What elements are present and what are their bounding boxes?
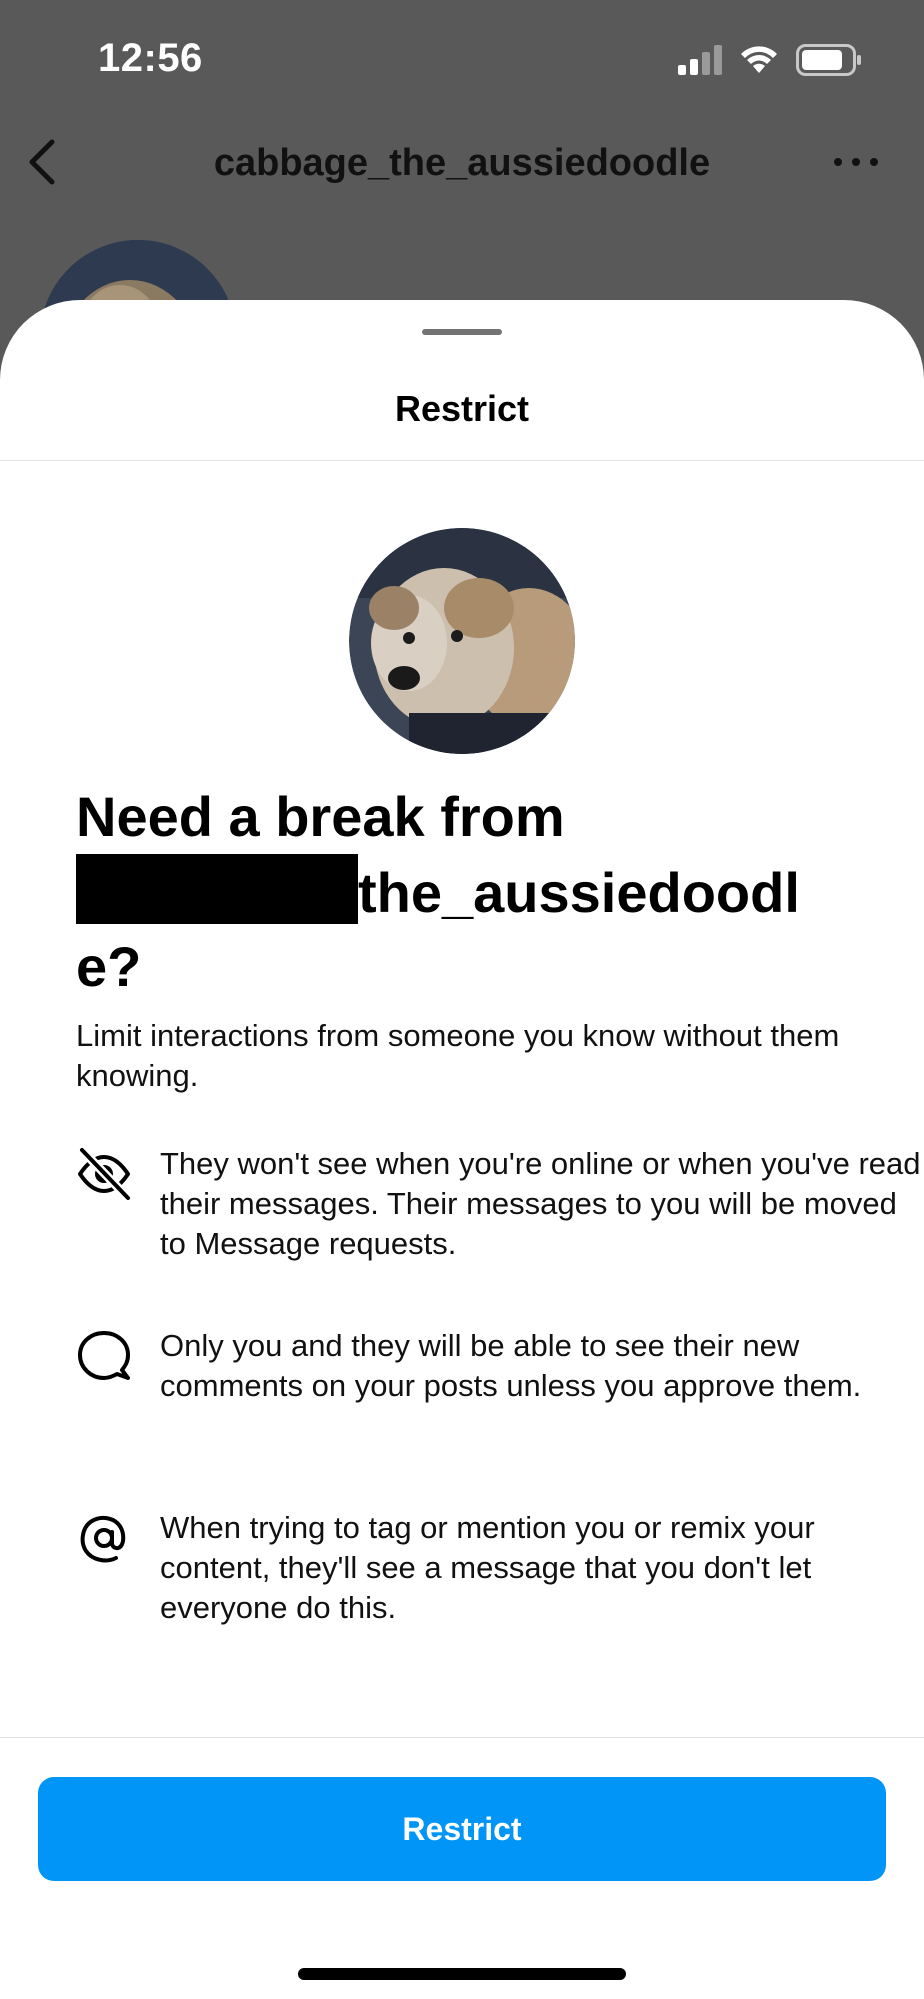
- status-bar: 12:56: [0, 0, 924, 120]
- restrict-info-text: Only you and they will be able to see th…: [160, 1328, 862, 1403]
- restrict-bottom-sheet: Restrict Need a break from the_aussiedood…: [0, 300, 924, 1999]
- restrict-button[interactable]: Restrict: [38, 1777, 886, 1881]
- redaction-block: [76, 854, 358, 924]
- battery-icon: [796, 44, 861, 76]
- status-time: 12:56: [98, 36, 203, 80]
- restrict-info-text: When trying to tag or mention you or rem…: [160, 1510, 815, 1625]
- more-options-icon[interactable]: [828, 140, 884, 184]
- profile-avatar: [349, 528, 575, 754]
- eye-off-icon: [78, 1146, 132, 1202]
- footer-divider: [0, 1737, 924, 1738]
- home-indicator[interactable]: [298, 1968, 626, 1980]
- header-divider: [0, 460, 924, 461]
- heading-username-part: the_aussiedoodl: [358, 861, 800, 924]
- wifi-icon: [741, 46, 777, 73]
- sheet-title: Restrict: [394, 388, 530, 429]
- restrict-info-text: They won't see when you're online or whe…: [160, 1146, 921, 1261]
- at-mention-icon: [80, 1515, 126, 1563]
- profile-nav-bar: cabbage_the_aussiedoodle: [0, 120, 924, 210]
- comment-icon: [78, 1331, 130, 1380]
- profile-username-title: cabbage_the_aussiedoodle: [213, 142, 711, 184]
- sheet-grabber-handle[interactable]: [422, 329, 502, 335]
- status-icons: [678, 44, 862, 76]
- cellular-signal-icon: [678, 45, 722, 75]
- restrict-heading: Need a break from the_aussiedoodl e?: [76, 780, 856, 1004]
- heading-line1: Need a break from: [76, 785, 565, 848]
- restrict-description: Limit interactions from someone you know…: [76, 1018, 840, 1093]
- heading-end: e?: [76, 935, 142, 998]
